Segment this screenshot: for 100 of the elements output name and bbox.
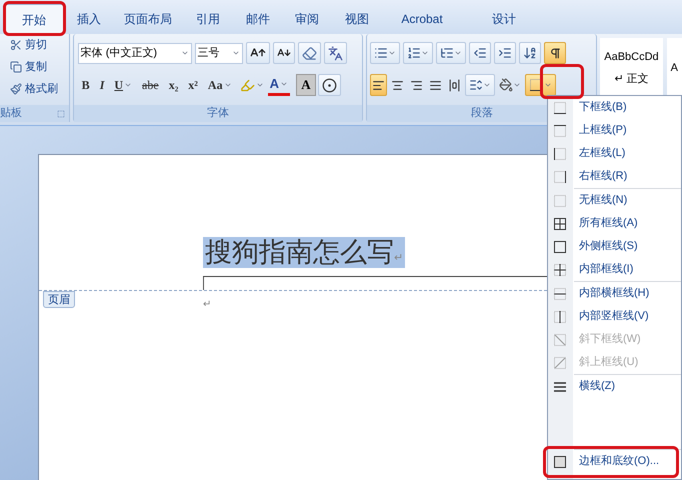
- group-label: 段落: [470, 106, 493, 122]
- increase-indent-button[interactable]: [494, 42, 516, 64]
- menu-item[interactable]: 左框线(L): [548, 142, 681, 165]
- border-icon: [553, 356, 567, 370]
- format-button[interactable]: x₂: [164, 74, 182, 96]
- shrink-font-button[interactable]: [272, 42, 295, 64]
- caret-icon: [544, 81, 552, 89]
- align-icon: [410, 78, 424, 92]
- phonetic-button[interactable]: [324, 42, 347, 64]
- border-icon: [553, 310, 567, 324]
- header-tag: 页眉: [43, 290, 75, 308]
- highlight-frame: [3, 1, 66, 36]
- caret-icon: [454, 49, 462, 57]
- menu-item[interactable]: 无框线(N): [548, 189, 681, 212]
- clipboard-button[interactable]: 格式刷: [10, 79, 69, 99]
- copy-icon: [10, 61, 22, 73]
- paragraph-mark: ↵: [203, 298, 211, 312]
- clipboard-button[interactable]: 复制: [10, 57, 69, 77]
- enclose-button[interactable]: [318, 74, 341, 96]
- ribbon-tab[interactable]: 审阅: [282, 4, 332, 34]
- align-icon: [372, 78, 386, 92]
- format-button[interactable]: Aa: [204, 74, 236, 96]
- format-button[interactable]: U: [110, 74, 136, 96]
- numbering-button[interactable]: [403, 42, 434, 64]
- header-text: 搜狗指南怎么写↵: [203, 237, 406, 268]
- border-icon: [553, 216, 567, 230]
- decrease-indent-button[interactable]: [469, 42, 492, 64]
- ribbon-tab[interactable]: 插入: [64, 4, 114, 34]
- menu-item[interactable]: 内部横框线(H): [548, 282, 681, 305]
- border-shading-icon: [553, 454, 567, 468]
- group-label: 贴板: [0, 106, 22, 122]
- border-icon: [553, 146, 567, 160]
- line-spacing-icon: [469, 78, 484, 92]
- format-button[interactable]: I: [96, 74, 108, 96]
- caret-icon: [513, 81, 522, 89]
- border-icon: [553, 332, 567, 346]
- menu-item[interactable]: 所有框线(A): [548, 212, 681, 235]
- show-marks-button[interactable]: [544, 42, 566, 64]
- caret-icon: [124, 81, 132, 89]
- ribbon-tab[interactable]: 页面布局: [114, 4, 182, 34]
- caret-icon: [256, 81, 264, 89]
- caret-icon: [232, 49, 240, 57]
- menu-item[interactable]: 横线(Z): [548, 375, 681, 398]
- menu-item[interactable]: 内部竖框线(V): [548, 305, 681, 328]
- horizontal-line-icon: [553, 380, 567, 394]
- pilcrow-icon: [548, 46, 562, 60]
- ribbon-tab[interactable]: Acrobat: [382, 4, 462, 34]
- style-tile[interactable]: AaBbCcDd ↵ 正文: [600, 38, 663, 98]
- font-size-field[interactable]: 三号: [194, 42, 243, 64]
- circle-icon: [322, 78, 337, 92]
- font-size-value: 三号: [198, 46, 220, 61]
- highlight-frame: [540, 64, 584, 99]
- highlighter-icon: [240, 78, 255, 92]
- border-icon: [553, 100, 567, 114]
- border-icon: [553, 286, 567, 300]
- phonetic-icon: [328, 46, 343, 60]
- font-color-button[interactable]: A: [268, 74, 290, 96]
- ribbon-tab[interactable]: 开始: [4, 4, 64, 34]
- border-icon: [553, 194, 567, 208]
- align-icon: [448, 78, 462, 92]
- bullet-list-icon: [374, 46, 388, 60]
- ribbon-tab[interactable]: 邮件: [234, 4, 282, 34]
- shading-button[interactable]: A: [296, 74, 316, 96]
- style-preview: AaBbCcDd: [604, 50, 659, 64]
- alignment-button[interactable]: [370, 74, 388, 96]
- menu-item[interactable]: 内部框线(I): [548, 258, 681, 281]
- font-name-field[interactable]: 宋体 (中文正文): [78, 42, 192, 64]
- grow-font-button[interactable]: [246, 42, 270, 64]
- ribbon-tab[interactable]: 引用: [182, 4, 234, 34]
- menu-item[interactable]: 右框线(R): [548, 165, 681, 188]
- format-button[interactable]: B: [78, 74, 94, 96]
- format-button[interactable]: abe: [138, 74, 163, 96]
- multilevel-button[interactable]: [436, 42, 466, 64]
- style-tile[interactable]: A: [666, 38, 682, 98]
- font-name-value: 宋体 (中文正文): [80, 46, 158, 61]
- ribbon-tab[interactable]: 视图: [332, 4, 382, 34]
- format-button[interactable]: x²: [184, 74, 202, 96]
- clipboard-button[interactable]: 剪切: [10, 35, 69, 55]
- clear-format-button[interactable]: [298, 42, 321, 64]
- eraser-icon: [302, 46, 317, 60]
- menu-item[interactable]: 下框线(B): [548, 96, 681, 119]
- text-cursor: [203, 276, 204, 290]
- ribbon-tab[interactable]: 设计: [462, 4, 546, 34]
- border-icon: [553, 124, 567, 138]
- multilevel-list-icon: [440, 46, 454, 60]
- numbered-list-icon: [407, 46, 422, 60]
- menu-item[interactable]: 上框线(P): [548, 119, 681, 142]
- sort-icon: [523, 46, 538, 60]
- caret-icon: [388, 49, 396, 57]
- caret-icon: [180, 49, 189, 57]
- decrease-indent-icon: [473, 46, 488, 60]
- paint-bucket-icon: [499, 78, 514, 92]
- group-label: 字体: [206, 106, 229, 122]
- align-icon: [391, 78, 404, 92]
- align-icon: [429, 78, 442, 92]
- line-spacing-button[interactable]: [465, 74, 496, 96]
- menu-item[interactable]: 边框和底纹(O)...: [548, 450, 681, 473]
- sort-button[interactable]: [519, 42, 542, 64]
- bullets-button[interactable]: [370, 42, 400, 64]
- menu-item[interactable]: 外侧框线(S): [548, 235, 681, 258]
